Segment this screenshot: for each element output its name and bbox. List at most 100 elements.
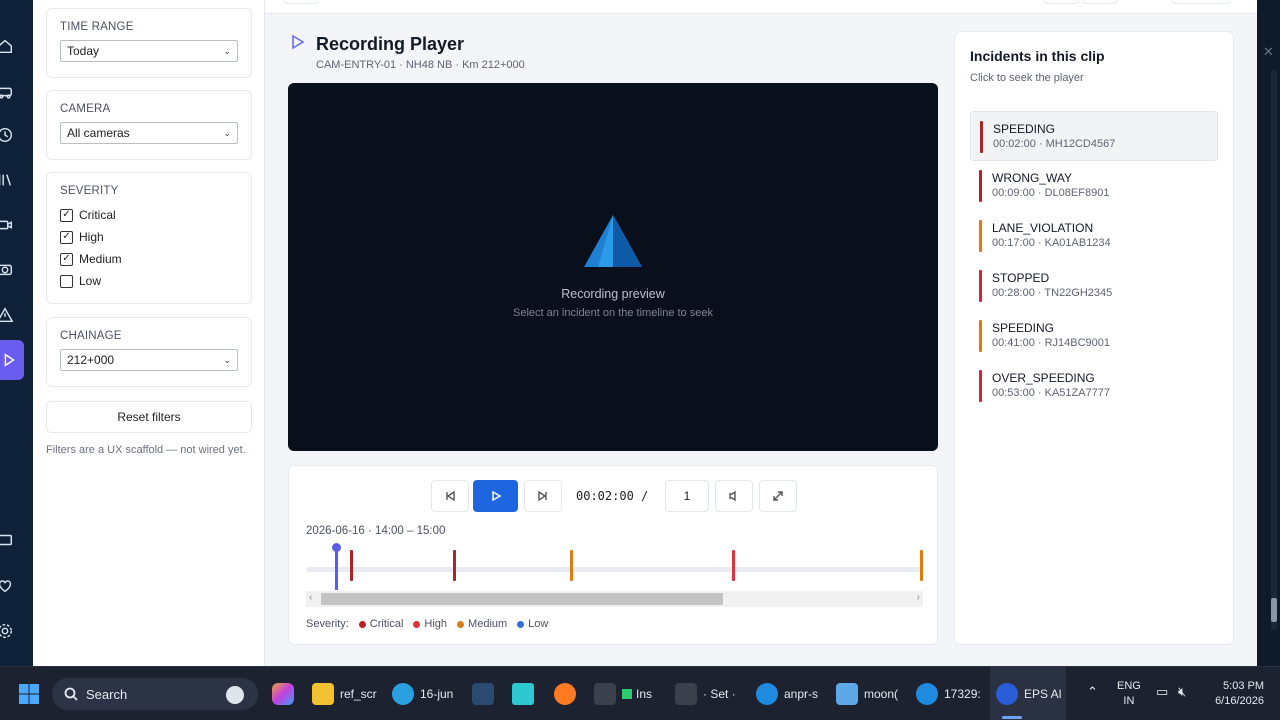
taskbar-app-docker-desktop[interactable] bbox=[472, 667, 500, 720]
expand-icon bbox=[773, 491, 783, 501]
timeline-marker-critical[interactable] bbox=[350, 550, 353, 581]
taskbar-app-explorer[interactable]: ref_scr bbox=[312, 667, 377, 720]
toolbar-button[interactable] bbox=[1043, 0, 1079, 4]
soccer-ball-icon bbox=[226, 686, 244, 704]
library-icon[interactable] bbox=[0, 170, 15, 190]
window-scrollbar[interactable] bbox=[1271, 70, 1277, 630]
incident-item[interactable]: SPEEDING 00:41:00 · RJ14BC9001 bbox=[970, 311, 1218, 361]
taskbar-app-label: 17329: bbox=[944, 687, 981, 701]
timeline-marker-medium[interactable] bbox=[570, 550, 573, 581]
timeline-marker-high[interactable] bbox=[732, 550, 735, 581]
skip-forward-button[interactable] bbox=[524, 480, 562, 512]
incident-item[interactable]: SPEEDING 00:02:00 · MH12CD4567 bbox=[970, 111, 1218, 161]
taskbar-app-terminal-2[interactable]: · Set · bbox=[675, 667, 736, 720]
checkbox-checked-icon[interactable]: ✓ bbox=[60, 208, 73, 222]
incident-name: OVER_SPEEDING bbox=[992, 371, 1095, 385]
toolbar-button[interactable] bbox=[1171, 0, 1231, 4]
video-preview[interactable]: Recording preview Select an incident on … bbox=[288, 83, 938, 451]
taskbar-app-terminal-1[interactable]: Ins bbox=[594, 667, 652, 720]
scroll-left-icon[interactable]: ‹ bbox=[309, 592, 312, 603]
screen-icon[interactable] bbox=[0, 530, 15, 550]
language-indicator[interactable]: ENG IN bbox=[1117, 679, 1141, 709]
incidents-panel: Incidents in this clip Click to seek the… bbox=[954, 31, 1234, 645]
history-icon[interactable] bbox=[0, 125, 15, 145]
mute-button[interactable] bbox=[715, 480, 753, 512]
checkbox-checked-icon[interactable]: ✓ bbox=[60, 252, 73, 266]
timeline-marker-critical[interactable] bbox=[453, 550, 456, 581]
timeline-scrollbar[interactable]: ‹ › bbox=[306, 591, 923, 607]
chainage-select[interactable]: 212+000 ⌄ bbox=[60, 349, 238, 371]
clock[interactable]: 5:03 PM 6/16/2026 bbox=[1215, 679, 1264, 709]
checkbox-checked-icon[interactable]: ✓ bbox=[60, 230, 73, 244]
incident-item[interactable]: WRONG_WAY 00:09:00 · DL08EF8901 bbox=[970, 161, 1218, 211]
severity-option-high[interactable]: ✓ High bbox=[60, 226, 238, 248]
alert-icon[interactable] bbox=[0, 305, 15, 325]
severity-card: SEVERITY ✓ Critical ✓ High ✓ Medium Low bbox=[46, 172, 252, 304]
chainage-value: 212+000 bbox=[67, 353, 115, 367]
vehicle-icon[interactable] bbox=[0, 82, 15, 102]
heart-icon[interactable] bbox=[0, 576, 15, 596]
player-main: Recording Player CAM-ENTRY-01 · NH48 NB … bbox=[265, 14, 1257, 666]
recordings-nav-active[interactable] bbox=[0, 340, 24, 380]
taskbar-app-docker[interactable]: anpr-s bbox=[756, 667, 818, 720]
scroll-right-icon[interactable]: › bbox=[917, 592, 920, 603]
taskbar-app-edge[interactable]: 16-jun bbox=[392, 667, 453, 720]
toolbar-button[interactable] bbox=[283, 0, 319, 4]
network-icon[interactable]: ▭ bbox=[1156, 684, 1168, 700]
checkbox-empty-icon[interactable] bbox=[60, 274, 73, 288]
taskbar-search[interactable]: Search bbox=[52, 678, 258, 710]
skip-back-button[interactable] bbox=[431, 480, 469, 512]
volume-muted-icon[interactable]: 🔇︎ bbox=[1178, 684, 1186, 700]
severity-option-critical[interactable]: ✓ Critical bbox=[60, 204, 238, 226]
snapshot-icon[interactable] bbox=[0, 259, 15, 279]
playhead[interactable] bbox=[332, 543, 341, 590]
taskbar-app-copilot[interactable] bbox=[272, 667, 300, 720]
scrollbar-thumb[interactable] bbox=[321, 593, 723, 605]
chevron-up-icon[interactable]: ⌃ bbox=[1087, 684, 1098, 700]
scrollbar-thumb[interactable] bbox=[1271, 598, 1277, 622]
incident-plate: TN22GH2345 bbox=[1044, 287, 1113, 299]
severity-option-low[interactable]: Low bbox=[60, 270, 238, 292]
taskbar-app-label: · Set · bbox=[703, 687, 736, 701]
right-edge: ✕ bbox=[1257, 0, 1280, 666]
incident-item[interactable]: OVER_SPEEDING 00:53:00 · KA51ZA7777 bbox=[970, 361, 1218, 411]
severity-option-medium[interactable]: ✓ Medium bbox=[60, 248, 238, 270]
incident-name: SPEEDING bbox=[992, 321, 1055, 335]
search-icon bbox=[64, 687, 78, 701]
skip-back-icon bbox=[446, 490, 455, 502]
incident-time: 00:02:00 bbox=[993, 138, 1036, 150]
camera-select[interactable]: All cameras ⌄ bbox=[60, 122, 238, 144]
taskbar-app-notepad[interactable]: moon( bbox=[836, 667, 898, 720]
incident-name: STOPPED bbox=[992, 271, 1050, 285]
taskbar-app-firefox[interactable] bbox=[554, 667, 582, 720]
timeline-marker-medium[interactable] bbox=[920, 550, 923, 581]
severity-legend: Severity: Critical High Medium Low bbox=[306, 618, 548, 630]
incident-timeline[interactable] bbox=[306, 543, 923, 590]
settings-icon[interactable] bbox=[0, 621, 15, 641]
taskbar-app-grid[interactable] bbox=[512, 667, 540, 720]
separator: · bbox=[1034, 187, 1045, 199]
play-button[interactable] bbox=[473, 480, 518, 512]
incident-item[interactable]: LANE_VIOLATION 00:17:00 · KA01AB1234 bbox=[970, 211, 1218, 261]
legend-label: Critical bbox=[369, 618, 404, 630]
playhead-handle[interactable] bbox=[332, 543, 341, 552]
app-nav-rail bbox=[0, 0, 33, 666]
camera-icon[interactable] bbox=[0, 215, 15, 235]
reset-filters-button[interactable]: Reset filters bbox=[46, 401, 252, 433]
filters-note: Filters are a UX scaffold — not wired ye… bbox=[46, 444, 246, 456]
home-icon[interactable] bbox=[0, 36, 15, 56]
edge-icon bbox=[392, 683, 414, 705]
taskbar-app-remote[interactable]: 17329: bbox=[916, 667, 981, 720]
incident-time: 00:53:00 bbox=[992, 387, 1035, 399]
toolbar-button[interactable] bbox=[1082, 0, 1118, 4]
start-button[interactable] bbox=[18, 667, 40, 720]
taskbar-app-eps[interactable]: EPS Al bbox=[996, 667, 1061, 720]
close-icon[interactable]: ✕ bbox=[1263, 44, 1274, 60]
incident-item[interactable]: STOPPED 00:28:00 · TN22GH2345 bbox=[970, 261, 1218, 311]
clock-time: 5:03 PM bbox=[1223, 680, 1264, 692]
separator: · bbox=[1034, 387, 1045, 399]
playback-rate[interactable]: 1 bbox=[665, 480, 709, 512]
fullscreen-button[interactable] bbox=[759, 480, 797, 512]
incident-meta: 00:17:00 · KA01AB1234 bbox=[992, 237, 1111, 249]
time-range-select[interactable]: Today ⌄ bbox=[60, 40, 238, 62]
